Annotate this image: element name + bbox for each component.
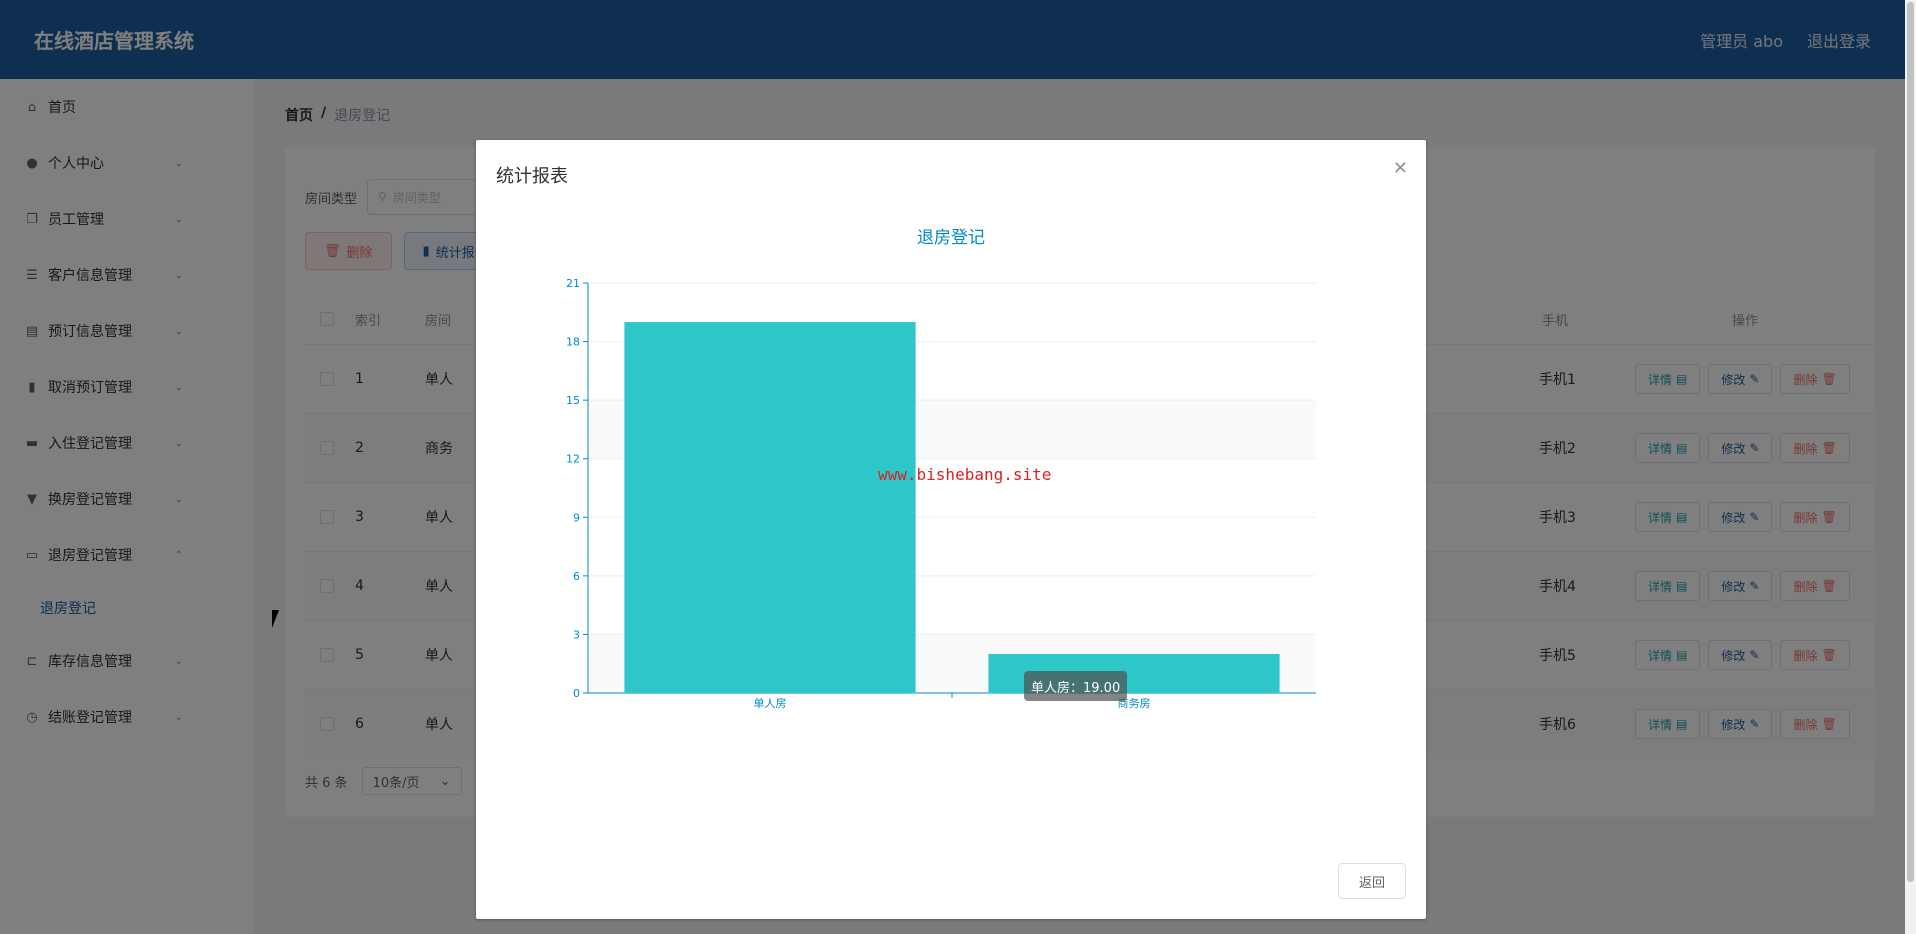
chart-tooltip: 单人房：19.00 bbox=[1024, 671, 1128, 701]
x-tick-label: 单人房 bbox=[754, 697, 787, 710]
dialog-title: 统计报表 bbox=[496, 166, 568, 187]
scrollbar-thumb[interactable] bbox=[1907, 2, 1914, 882]
y-tick-label: 6 bbox=[573, 570, 580, 583]
bar-chart: 退房登记036912151821单人房 商务房 bbox=[566, 228, 1316, 710]
y-tick-label: 3 bbox=[573, 628, 580, 641]
stats-dialog: 统计报表 ✕ 退房登记 0 3 6 9 12 15 18 21 单人房 商务房 返回 bbox=[476, 140, 1426, 919]
bar-0 bbox=[624, 322, 916, 693]
y-tick-label: 15 bbox=[566, 394, 580, 407]
mouse-cursor-icon bbox=[272, 610, 286, 628]
chart-title: 退房登记 bbox=[917, 228, 985, 248]
return-button[interactable]: 返回 bbox=[1337, 863, 1406, 899]
y-tick-label: 18 bbox=[566, 336, 580, 349]
watermark: www.bishebang.site bbox=[878, 465, 1052, 484]
page-scrollbar[interactable] bbox=[1905, 0, 1916, 934]
y-tick-label: 12 bbox=[566, 453, 580, 466]
y-tick-label: 21 bbox=[566, 277, 580, 290]
y-tick-label: 9 bbox=[573, 511, 580, 524]
y-tick-label: 0 bbox=[573, 687, 580, 700]
close-icon[interactable]: ✕ bbox=[1393, 158, 1408, 179]
